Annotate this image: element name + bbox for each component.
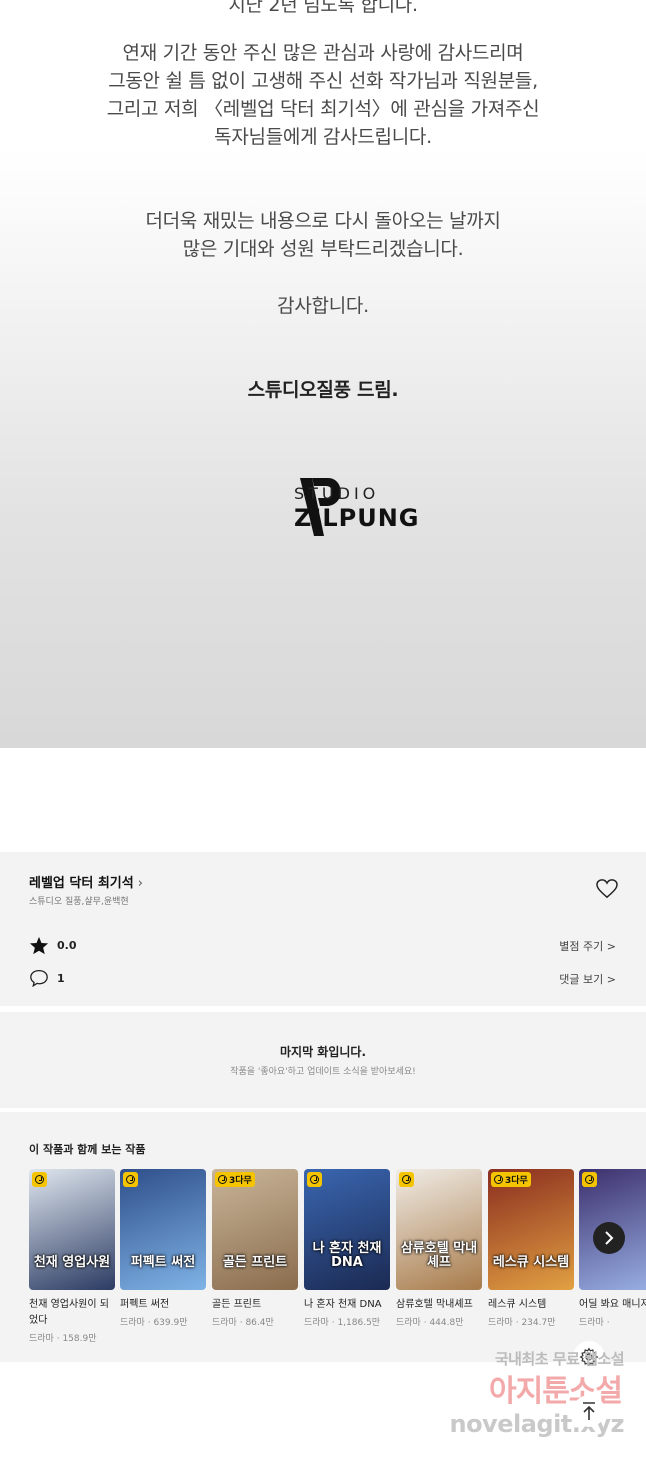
recommendation-card[interactable]: 3다무 레스큐 시스템 레스큐 시스템 드라마 · 234.7만: [488, 1169, 574, 1328]
cover-title-art: 천재 영업사원: [33, 1255, 111, 1270]
cover-thumbnail[interactable]: 삼류호텔 막내셰프: [396, 1169, 482, 1290]
series-authors: 스튜디오 질풍,샬무,윤백현: [29, 897, 129, 907]
card-title[interactable]: 삼류호텔 막내셰프: [396, 1297, 482, 1313]
wait-free-badge: [123, 1172, 138, 1187]
cover-thumbnail[interactable]: 퍼펙트 써전: [120, 1169, 206, 1290]
card-genre: 드라마: [29, 1334, 54, 1344]
recommendation-card[interactable]: 천재 영업사원천재 영업사원이 되었다드라마 · 158.9만: [29, 1169, 115, 1344]
cover-title-art: 레스큐 시스템: [492, 1255, 570, 1270]
cover-thumbnail[interactable]: 나 혼자 천재 DNA: [304, 1169, 390, 1290]
card-views: 1,186.5만: [337, 1318, 381, 1328]
card-genre: 드라마: [304, 1318, 329, 1328]
card-meta: 드라마 · 1,186.5만: [304, 1315, 390, 1328]
clock-icon: [494, 1175, 503, 1184]
card-meta: 드라마 ·: [579, 1315, 646, 1328]
card-title[interactable]: 천재 영업사원이 되었다: [29, 1297, 115, 1329]
card-genre: 드라마: [579, 1318, 604, 1328]
comic-text-line: 그리고 저희 〈레벨업 닥터 최기석〉에 관심을 가져주신: [106, 98, 540, 120]
watermark: 국내최초 무료 웹소설 아지툰소설 novelagit.xyz: [440, 1348, 630, 1448]
card-genre: 드라마: [396, 1318, 421, 1328]
card-genre: 드라마: [488, 1318, 513, 1328]
notice-subtitle: 작품을 '좋아요'하고 업데이트 소식을 받아보세요!: [230, 1067, 416, 1077]
last-episode-notice: 마지막 화입니다. 작품을 '좋아요'하고 업데이트 소식을 받아보세요!: [0, 1012, 646, 1108]
comment-bubble-icon: [30, 969, 48, 987]
series-title: 레벨업 닥터 최기석: [29, 876, 134, 891]
view-comments-button[interactable]: 댓글 보기 >: [559, 971, 616, 987]
series-title-link[interactable]: 레벨업 닥터 최기석 ›: [29, 872, 143, 891]
wait-free-badge: [32, 1172, 47, 1187]
cover-title-art: 나 혼자 천재 DNA: [312, 1241, 382, 1270]
series-info-panel: 레벨업 닥터 최기석 › 스튜디오 질풍,샬무,윤백현 0.0 별점 주기 > 1…: [0, 852, 646, 1006]
carousel-next-button[interactable]: [593, 1222, 625, 1254]
card-title[interactable]: 퍼펙트 써전: [120, 1297, 206, 1313]
comic-text-line: 그동안 쉴 틈 없이 고생해 주신 선화 작가님과 직원분들,: [108, 70, 538, 92]
comic-text-line: 많은 기대와 성원 부탁드리겠습니다.: [182, 238, 464, 260]
scroll-to-top-button[interactable]: [573, 1395, 605, 1427]
rate-button[interactable]: 별점 주기 >: [559, 938, 616, 954]
logo-word-studio: STUDIO: [294, 484, 380, 503]
rating-row: 0.0: [29, 934, 77, 956]
cover-thumbnail[interactable]: 3다무골든 프린트: [212, 1169, 298, 1290]
comic-text-partial: 지난 2년 넘도록 합니다.: [228, 0, 418, 16]
recommendation-card[interactable]: 3다무 골든 프린트 골든 프린트 드라마 · 86.4만: [212, 1169, 298, 1328]
comic-text-line: 더더욱 재밌는 내용으로 다시 돌아오는 날까지: [145, 210, 501, 232]
wait-free-badge: 3다무: [215, 1172, 255, 1187]
card-title[interactable]: 레스큐 시스템: [488, 1297, 574, 1313]
wait-free-badge: [399, 1172, 414, 1187]
star-icon: [29, 936, 49, 954]
card-title[interactable]: 나 혼자 천재 DNA: [304, 1297, 390, 1313]
comic-text-line: 연재 기간 동안 주신 많은 관심과 사랑에 감사드리며: [122, 42, 524, 64]
card-title[interactable]: 골든 프린트: [212, 1297, 298, 1313]
clock-icon: [402, 1175, 411, 1184]
cover-title-art: 골든 프린트: [222, 1255, 288, 1270]
recommendation-card[interactable]: 나 혼자 천재 DNA 나 혼자 천재 DNA 드라마 · 1,186.5만: [304, 1169, 390, 1328]
comic-text-line: 독자님들에게 감사드립니다.: [214, 126, 432, 148]
comments-row: 1: [29, 967, 65, 989]
card-views: 234.7만: [521, 1318, 556, 1328]
notice-title: 마지막 화입니다.: [279, 1045, 367, 1059]
studio-zilpung-logo: STUDIO ZILPUNG: [234, 474, 419, 540]
card-meta: 드라마 · 86.4만: [212, 1315, 298, 1328]
recommendation-heading: 이 작품과 함께 보는 작품: [29, 1143, 146, 1156]
comic-signature: 스튜디오질풍 드림.: [247, 379, 399, 401]
logo-word-zilpung: ZILPUNG: [294, 504, 420, 532]
clock-icon: [310, 1175, 319, 1184]
card-meta: 드라마 · 158.9만: [29, 1331, 115, 1344]
wait-free-badge: [307, 1172, 322, 1187]
wait-free-badge: [582, 1172, 597, 1187]
arrow-up-icon: [583, 1402, 595, 1420]
chevron-right-icon: ›: [137, 876, 143, 891]
chevron-right-icon: [605, 1231, 614, 1245]
card-genre: 드라마: [120, 1318, 145, 1328]
card-meta: 드라마 · 444.8만: [396, 1315, 482, 1328]
clock-icon: [218, 1175, 227, 1184]
cover-title-art: 삼류호텔 막내셰프: [400, 1241, 478, 1270]
meta-separator: ·: [603, 1318, 610, 1328]
clock-icon: [585, 1175, 594, 1184]
recommendation-section: 이 작품과 함께 보는 작품 천재 영업사원천재 영업사원이 되었다드라마 · …: [0, 1112, 646, 1362]
rating-value: 0.0: [57, 938, 77, 952]
recommendation-card[interactable]: 삼류호텔 막내셰프 삼류호텔 막내셰프 드라마 · 444.8만: [396, 1169, 482, 1328]
recommendation-card[interactable]: 퍼펙트 써전 퍼펙트 써전 드라마 · 639.9만: [120, 1169, 206, 1328]
card-views: 158.9만: [62, 1334, 97, 1344]
comment-count: 1: [57, 971, 65, 985]
card-title[interactable]: 어딜 봐요 매니저님: [579, 1297, 646, 1313]
card-views: 639.9만: [153, 1318, 188, 1328]
card-meta: 드라마 · 234.7만: [488, 1315, 574, 1328]
badge-label: 3다무: [229, 1176, 252, 1186]
clock-icon: [35, 1175, 44, 1184]
badge-label: 3다무: [505, 1176, 528, 1186]
comic-final-page: 지난 2년 넘도록 합니다. 연재 기간 동안 주신 많은 관심과 사랑에 감사…: [0, 0, 646, 748]
cover-thumbnail[interactable]: 천재 영업사원: [29, 1169, 115, 1290]
clock-icon: [126, 1175, 135, 1184]
card-views: 444.8만: [429, 1318, 464, 1328]
card-views: 86.4만: [245, 1318, 274, 1328]
cover-title-art: 퍼펙트 써전: [130, 1255, 196, 1270]
heart-like-icon[interactable]: [596, 879, 618, 899]
card-genre: 드라마: [212, 1318, 237, 1328]
comic-thanks: 감사합니다.: [277, 295, 369, 317]
wait-free-badge: 3다무: [491, 1172, 531, 1187]
cover-thumbnail[interactable]: 3다무레스큐 시스템: [488, 1169, 574, 1290]
card-meta: 드라마 · 639.9만: [120, 1315, 206, 1328]
